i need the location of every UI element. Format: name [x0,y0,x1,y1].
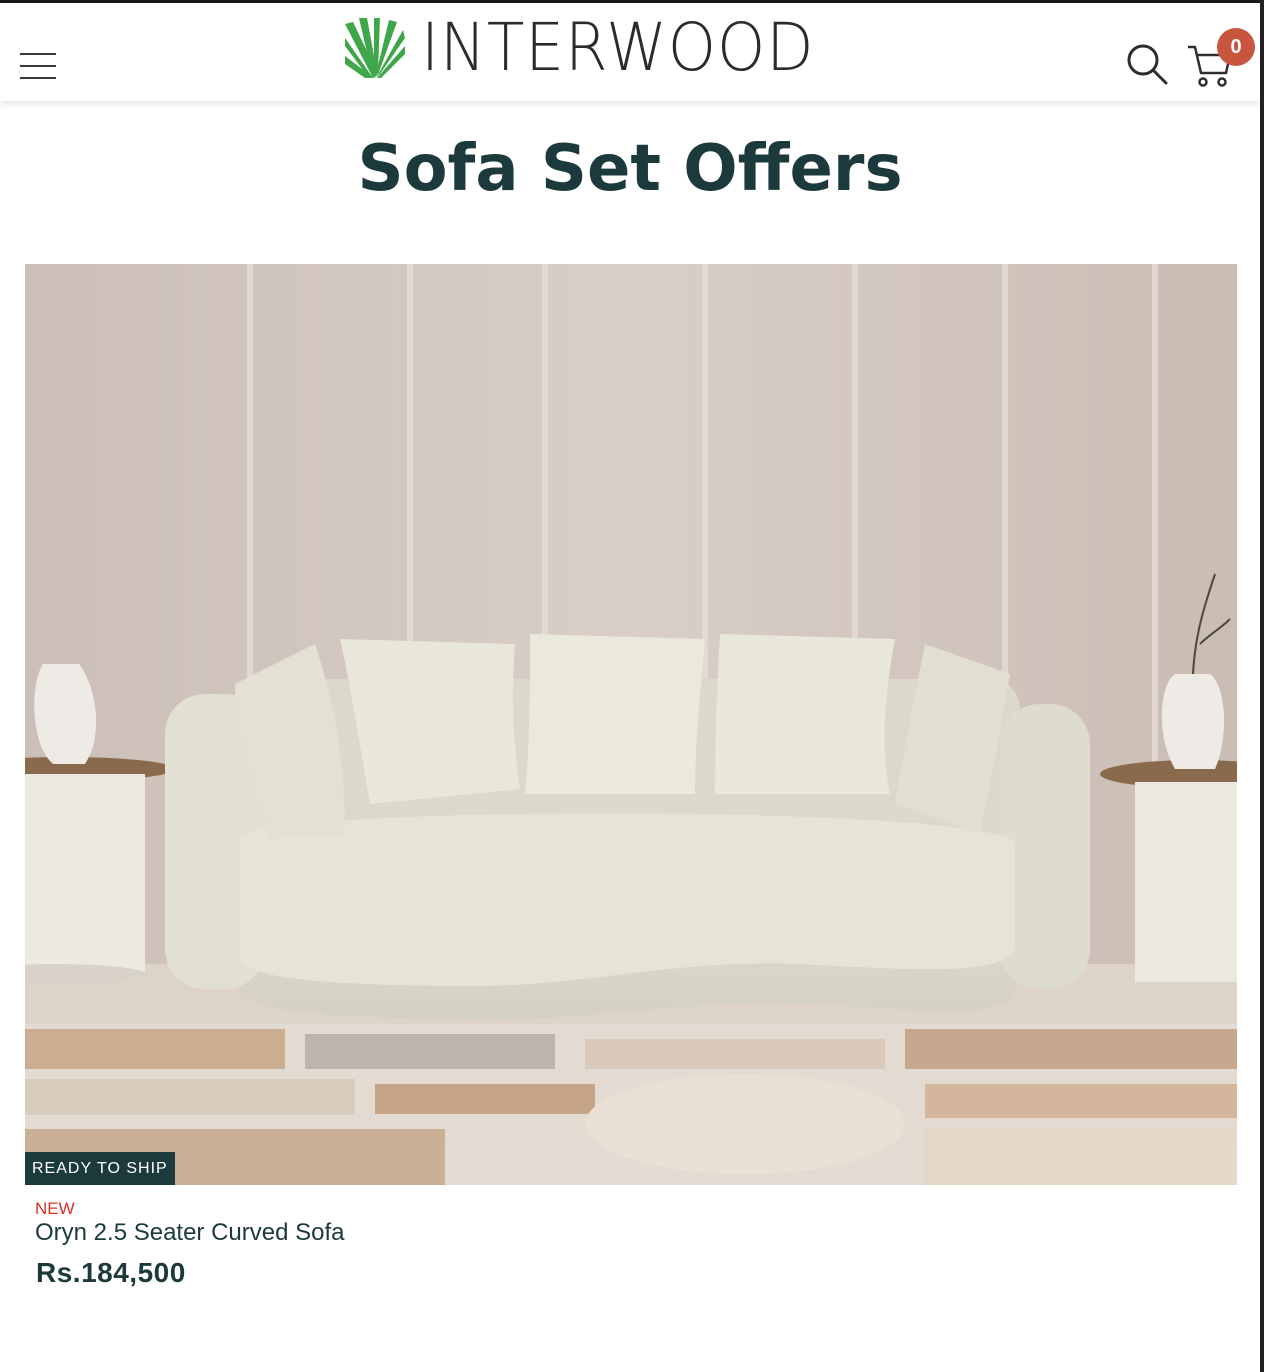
product-name-link[interactable]: Oryn 2.5 Seater Curved Sofa [35,1219,345,1247]
palm-leaf-logo-icon [345,18,405,78]
product-price: Rs.184,500 [36,1257,186,1288]
site-header: INTERWOOD [0,3,1260,101]
ready-to-ship-badge: READY TO SHIP [25,1152,175,1185]
window-edge [1260,0,1264,1372]
site-logo[interactable]: INTERWOOD [343,15,844,81]
page-title: Sofa Set Offers [357,132,903,206]
product-image[interactable] [25,264,1237,1185]
menu-icon[interactable] [20,53,56,81]
cart-count-badge[interactable]: 0 [1217,28,1255,66]
logo-wordmark: INTERWOOD [421,9,815,86]
search-icon[interactable] [1126,43,1168,85]
new-tag: NEW [35,1199,75,1218]
